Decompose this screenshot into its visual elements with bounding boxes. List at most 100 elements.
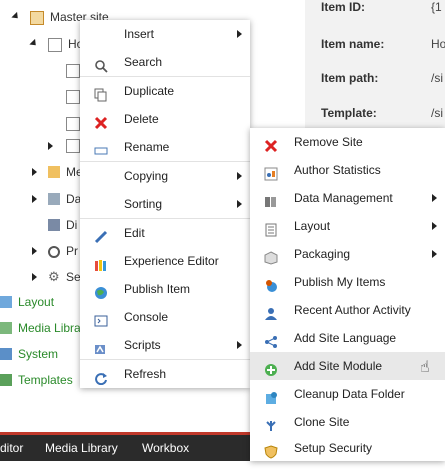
menu-item-label: Publish Item bbox=[124, 282, 191, 296]
submenu-arrow-icon bbox=[432, 250, 437, 258]
menu-item-packaging[interactable]: Packaging bbox=[250, 240, 445, 268]
menu-item-label: Publish My Items bbox=[294, 275, 386, 289]
menu-item-label: Search bbox=[124, 55, 163, 69]
menu-item-console[interactable]: Console bbox=[80, 303, 250, 331]
menu-item-refresh[interactable]: Refresh bbox=[80, 360, 250, 388]
expand-arrow-icon[interactable] bbox=[29, 38, 39, 49]
layout-icon bbox=[0, 296, 12, 308]
menu-item-cleanup-data-folder[interactable]: Cleanup Data Folder bbox=[250, 380, 445, 408]
tree-item-label: Layout bbox=[18, 295, 55, 309]
item-details-panel: Item ID: {1 Item name: Ho Item path: /si… bbox=[305, 0, 445, 148]
system-icon bbox=[0, 348, 12, 360]
delete-x-icon bbox=[94, 112, 108, 130]
user-globe-icon bbox=[264, 275, 278, 292]
menu-item-sorting[interactable]: Sorting bbox=[80, 190, 250, 218]
data-folder-icon bbox=[48, 193, 60, 205]
menu-item-remove-site[interactable]: Remove Site bbox=[250, 128, 445, 156]
tree-item-label: Se bbox=[66, 270, 81, 284]
data-icon bbox=[264, 191, 278, 207]
expand-arrow-icon[interactable] bbox=[48, 142, 53, 150]
cleanup-icon bbox=[264, 387, 278, 404]
menu-item-label: Experience Editor bbox=[124, 254, 219, 268]
image-icon bbox=[0, 322, 12, 334]
menu-item-label: Setup Security bbox=[294, 441, 373, 455]
templates-icon bbox=[0, 374, 12, 386]
scripts-submenu: Remove Site Author Statistics Data Manag… bbox=[250, 128, 445, 461]
page-icon[interactable] bbox=[66, 90, 80, 104]
hand-cursor-icon: ☝ bbox=[420, 359, 430, 376]
menu-item-publish-item[interactable]: Publish Item bbox=[80, 275, 250, 303]
dictionary-icon bbox=[48, 219, 60, 231]
menu-item-label: Cleanup Data Folder bbox=[294, 387, 405, 401]
submenu-arrow-icon bbox=[432, 194, 437, 202]
menu-item-label: Author Statistics bbox=[294, 163, 381, 177]
menu-item-setup-security[interactable]: Setup Security bbox=[250, 434, 445, 462]
expand-arrow-icon[interactable] bbox=[32, 195, 37, 203]
menu-item-label: Recent Author Activity bbox=[294, 303, 411, 317]
tree-item-label: System bbox=[18, 347, 59, 361]
menu-item-publish-my-items[interactable]: Publish My Items bbox=[250, 268, 445, 296]
menu-item-add-site-module[interactable]: Add Site Module ☝ bbox=[250, 352, 445, 380]
context-menu: Insert Search Duplicate Delete Rename Co… bbox=[80, 20, 250, 388]
menu-item-duplicate[interactable]: Duplicate bbox=[80, 77, 250, 105]
page-icon[interactable] bbox=[66, 117, 80, 131]
console-icon bbox=[94, 310, 108, 327]
page-icon[interactable] bbox=[66, 139, 80, 153]
submenu-arrow-icon bbox=[237, 30, 242, 38]
submenu-arrow-icon bbox=[237, 341, 242, 349]
tab-media-library[interactable]: Media Library bbox=[35, 435, 128, 461]
menu-item-label: Refresh bbox=[124, 367, 167, 381]
layout-icon bbox=[264, 219, 278, 237]
expand-arrow-icon[interactable] bbox=[32, 247, 37, 255]
template-label: Template: bbox=[321, 106, 377, 120]
tab-content-editor[interactable]: ditor bbox=[0, 435, 33, 461]
tab-workbox[interactable]: Workbox bbox=[132, 435, 199, 461]
shield-icon bbox=[264, 441, 278, 459]
expand-arrow-icon[interactable] bbox=[32, 273, 37, 281]
menu-item-clone-site[interactable]: Clone Site bbox=[250, 408, 445, 436]
menu-item-edit[interactable]: Edit bbox=[80, 219, 250, 247]
menu-item-label: Duplicate bbox=[124, 84, 175, 98]
menu-item-search[interactable]: Search bbox=[80, 48, 250, 76]
menu-item-label: Add Site Language bbox=[294, 331, 397, 345]
menu-item-label: Data Management bbox=[294, 191, 393, 205]
package-icon bbox=[264, 247, 278, 265]
menu-item-recent-author-activity[interactable]: Recent Author Activity bbox=[250, 296, 445, 324]
menu-item-label: Delete bbox=[124, 112, 159, 126]
tree-item-label: Media Libra bbox=[18, 321, 81, 335]
menu-item-label: Copying bbox=[124, 169, 169, 183]
submenu-arrow-icon bbox=[237, 200, 242, 208]
submenu-arrow-icon bbox=[432, 222, 437, 230]
item-name-value: Ho bbox=[431, 37, 445, 51]
tree-item-label: Templates bbox=[18, 373, 73, 387]
chart-icon bbox=[264, 163, 278, 181]
expand-arrow-icon[interactable] bbox=[11, 11, 21, 22]
menu-item-scripts[interactable]: Scripts bbox=[80, 331, 250, 359]
clone-icon bbox=[264, 415, 278, 431]
menu-item-delete[interactable]: Delete bbox=[80, 105, 250, 133]
page-icon[interactable] bbox=[66, 64, 80, 78]
expand-arrow-icon[interactable] bbox=[32, 168, 37, 176]
page-icon bbox=[48, 38, 62, 52]
menu-item-layout[interactable]: Layout bbox=[250, 212, 445, 240]
crayons-icon bbox=[94, 254, 108, 271]
item-id-label: Item ID: bbox=[321, 0, 366, 14]
menu-item-label: Sorting bbox=[124, 197, 163, 211]
menu-item-add-site-language[interactable]: Add Site Language bbox=[250, 324, 445, 352]
pencil-icon bbox=[94, 226, 108, 244]
menu-item-label: Clone Site bbox=[294, 415, 350, 429]
folder-icon bbox=[48, 166, 60, 178]
menu-item-experience-editor[interactable]: Experience Editor bbox=[80, 247, 250, 275]
green-plus-icon bbox=[264, 359, 278, 376]
menu-item-data-management[interactable]: Data Management bbox=[250, 184, 445, 212]
item-path-label: Item path: bbox=[321, 71, 379, 85]
menu-item-author-statistics[interactable]: Author Statistics bbox=[250, 156, 445, 184]
menu-item-rename[interactable]: Rename bbox=[80, 133, 250, 161]
menu-item-copying[interactable]: Copying bbox=[80, 162, 250, 190]
menu-item-insert[interactable]: Insert bbox=[80, 20, 250, 48]
menu-item-label: Console bbox=[124, 310, 169, 324]
menu-item-label: Layout bbox=[294, 219, 331, 233]
menu-item-label: Scripts bbox=[124, 338, 161, 352]
item-path-value: /si bbox=[431, 71, 443, 85]
user-icon bbox=[264, 303, 278, 320]
